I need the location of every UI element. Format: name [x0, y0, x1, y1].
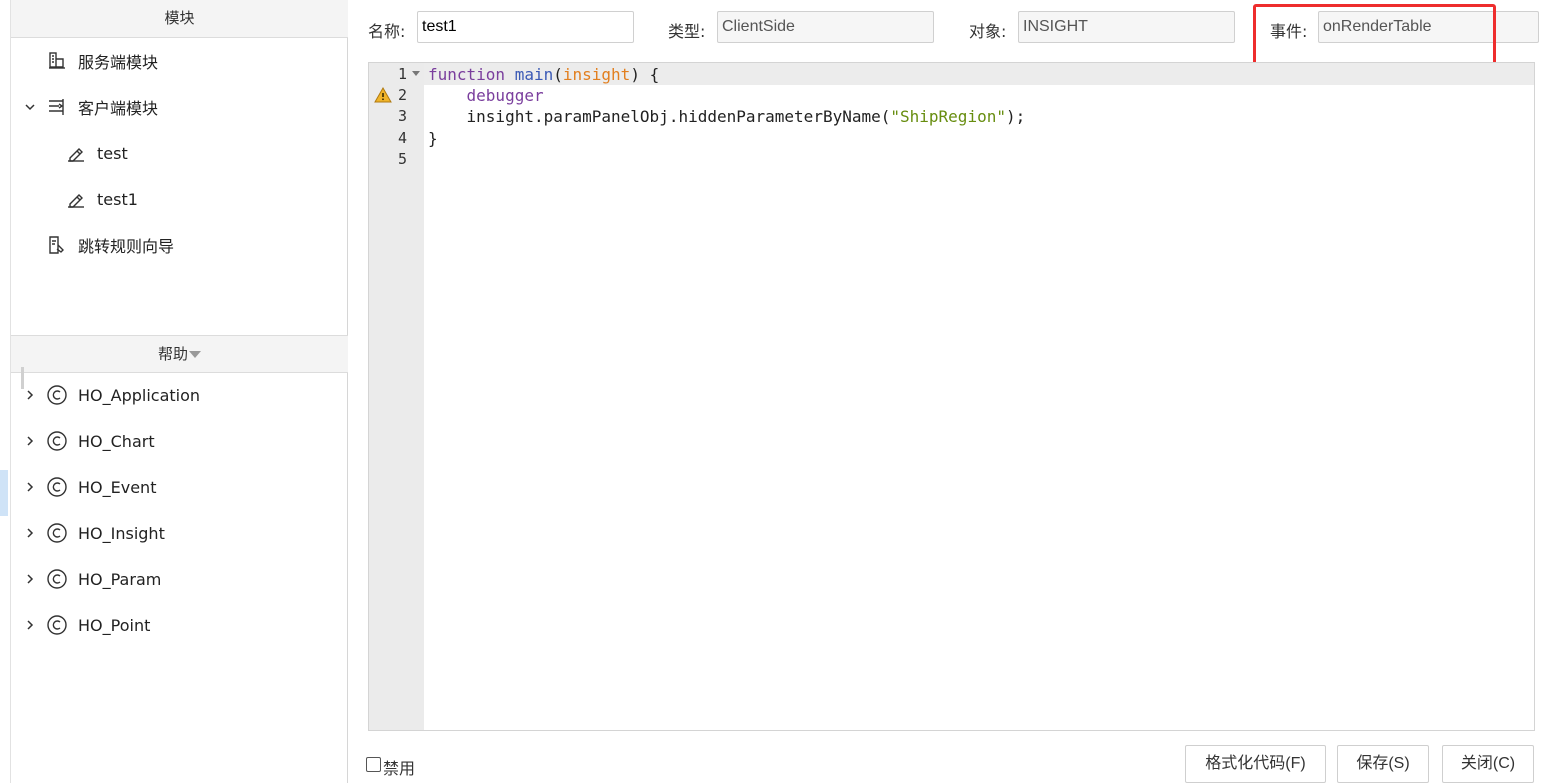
code-string: "ShipRegion" [890, 107, 1006, 126]
chevron-right-icon[interactable] [24, 610, 36, 640]
type-input[interactable]: ClientSide [717, 11, 934, 43]
help-item-ho-insight[interactable]: HO_Insight [46, 518, 165, 548]
tree-item-jump-rule-wizard[interactable]: 跳转规则向导 [46, 230, 174, 260]
chevron-right-icon[interactable] [24, 380, 36, 410]
tree-item-label: test1 [97, 189, 138, 209]
disable-label[interactable]: 禁用 [383, 755, 415, 779]
chevron-right-icon[interactable] [24, 518, 36, 548]
help-item-label: HO_Application [78, 385, 201, 405]
chevron-right-icon[interactable] [24, 426, 36, 456]
fold-arrow-icon[interactable] [412, 71, 420, 76]
code-line-1: function main(insight) { [428, 64, 659, 85]
help-item-ho-point[interactable]: HO_Point [46, 610, 150, 640]
help-item-label: HO_Point [78, 615, 151, 635]
line-number: 3 [397, 107, 407, 125]
code-line-4: } [428, 128, 438, 149]
client-module-icon [46, 96, 68, 118]
tree-item-label: 服务端模块 [78, 53, 159, 72]
line-number: 5 [397, 150, 407, 168]
class-icon [46, 430, 68, 452]
help-header-label: 帮助 [157, 345, 188, 363]
code-keyword: function [428, 65, 506, 84]
event-highlight-box [1253, 4, 1496, 66]
format-code-button[interactable]: 格式化代码(F) [1185, 745, 1326, 783]
chevron-right-icon[interactable] [24, 472, 36, 502]
tree-item-server-module[interactable]: 服务端模块 [46, 46, 158, 76]
server-module-icon [46, 50, 68, 72]
line-number: 4 [397, 129, 407, 147]
code-punct: ); [1005, 107, 1026, 126]
tree-item-label: test [97, 143, 128, 163]
class-icon [46, 614, 68, 636]
code-debugger: debugger [466, 86, 544, 105]
code-editor[interactable]: 1 2 3 4 5 function main(insight) { debug… [368, 62, 1535, 731]
code-punct: ( [553, 65, 563, 84]
name-label: 名称: [368, 22, 406, 41]
disable-checkbox[interactable] [366, 757, 381, 772]
help-item-ho-chart[interactable]: HO_Chart [46, 426, 155, 456]
object-input[interactable]: INSIGHT [1018, 11, 1235, 43]
tree-item-client-module[interactable]: 客户端模块 [46, 92, 158, 122]
code-param: insight [562, 65, 631, 84]
left-edge-accent [0, 470, 8, 516]
line-number: 2 [397, 86, 407, 104]
save-button[interactable]: 保存(S) [1337, 745, 1429, 783]
close-button[interactable]: 关闭(C) [1442, 745, 1534, 783]
class-icon [46, 476, 68, 498]
tree-item-label: 客户端模块 [78, 99, 159, 118]
help-item-ho-event[interactable]: HO_Event [46, 472, 156, 502]
class-icon [46, 384, 68, 406]
code-punct: ) { [630, 65, 660, 84]
chevron-down-icon[interactable] [24, 92, 36, 122]
line-gutter: 1 2 3 4 5 [369, 63, 424, 730]
tree-item-test[interactable]: test [65, 138, 128, 168]
code-function-name: main [514, 65, 554, 84]
help-item-ho-application[interactable]: HO_Application [46, 380, 200, 410]
edit-script-icon [65, 142, 87, 164]
edit-script-icon [65, 188, 87, 210]
name-input[interactable]: test1 [417, 11, 634, 43]
tree-item-test1[interactable]: test1 [65, 184, 138, 214]
help-panel-header[interactable]: 帮助 [11, 335, 348, 373]
code-line-2: debugger [428, 85, 544, 106]
modules-header-label: 模块 [164, 9, 195, 27]
help-item-label: HO_Chart [78, 431, 155, 451]
class-icon [46, 522, 68, 544]
footer-bar: 禁用 格式化代码(F) 保存(S) 关闭(C) [360, 745, 1550, 783]
help-item-label: HO_Event [78, 477, 157, 497]
tree-item-label: 跳转规则向导 [78, 237, 175, 256]
help-item-ho-param[interactable]: HO_Param [46, 564, 161, 594]
class-icon [46, 568, 68, 590]
help-item-label: HO_Param [78, 569, 162, 589]
left-panel: 模块 服务端模块 客户端模块 test test1 跳转规则向导 帮助 HO_A… [10, 0, 348, 783]
wizard-doc-icon [46, 234, 68, 256]
help-item-label: HO_Insight [78, 523, 165, 543]
code-line-3: insight.paramPanelObj.hiddenParameterByN… [428, 106, 1026, 127]
chevron-right-icon[interactable] [24, 564, 36, 594]
code-call: insight.paramPanelObj.hiddenParameterByN… [466, 107, 891, 126]
type-label: 类型: [668, 22, 706, 41]
code-punct: } [428, 129, 438, 148]
modules-panel-header[interactable]: 模块 [11, 0, 348, 38]
object-label: 对象: [969, 22, 1007, 41]
triangle-down-icon [189, 351, 201, 358]
